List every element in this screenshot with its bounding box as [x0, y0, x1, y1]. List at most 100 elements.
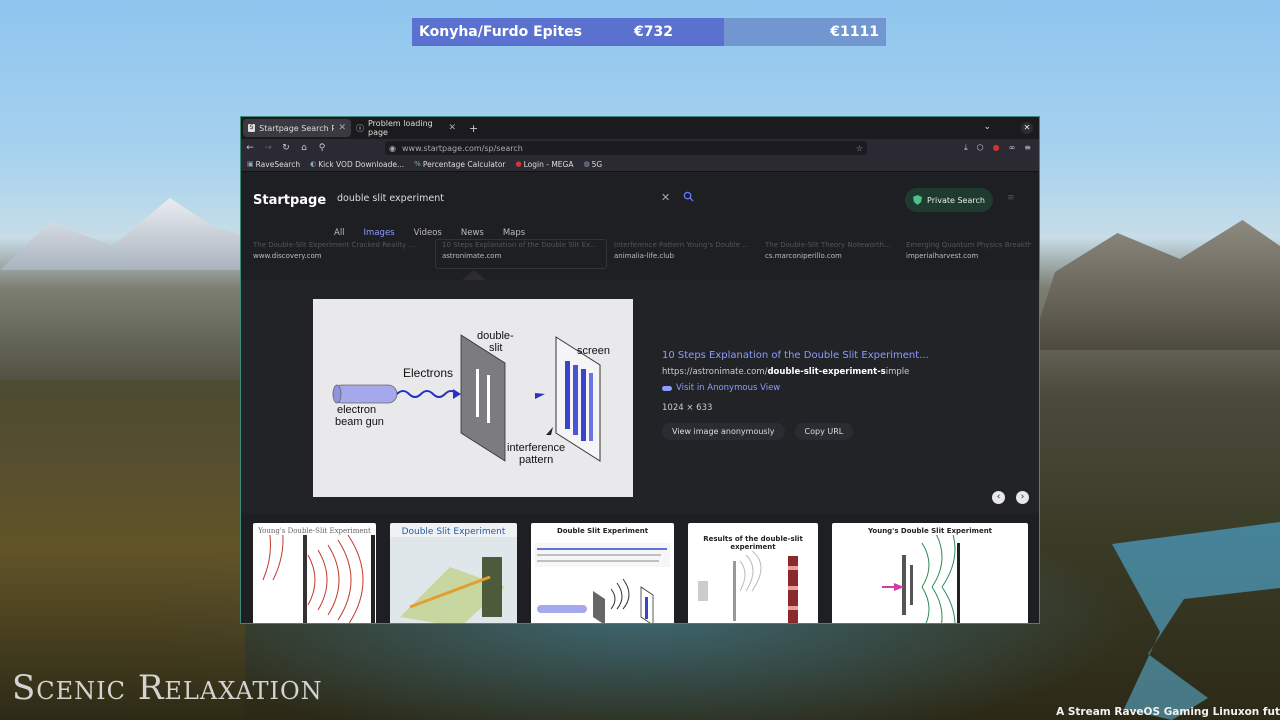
- label-double: double-: [477, 330, 514, 342]
- thumbnail[interactable]: Double Slit Experiment: [390, 523, 517, 623]
- wallpaper-snow-mountains: [0, 198, 250, 270]
- back-icon[interactable]: ←: [241, 143, 259, 153]
- extensions-icon[interactable]: ⬡: [977, 143, 984, 153]
- search-input[interactable]: double slit experiment: [337, 193, 444, 204]
- tab-maps[interactable]: Maps: [503, 228, 525, 238]
- percent-icon: %: [414, 160, 421, 168]
- donation-goal-bar: Konyha/Furdo Epites €732 €1111: [412, 18, 886, 46]
- result-title: The Double-Slit Theory Noteworth...: [765, 241, 891, 249]
- thumbnail[interactable]: Young's Double Slit Experiment: [832, 523, 1028, 623]
- permissions-icon[interactable]: ⚲: [313, 143, 331, 153]
- thumbnail[interactable]: Double Slit Experiment: [531, 523, 674, 623]
- thumbnail-image: [698, 550, 798, 623]
- tab-bar: S Startpage Search Results ✕ ⓘ Problem l…: [241, 117, 1039, 139]
- view-anonymously-button[interactable]: View image anonymously: [662, 423, 785, 440]
- image-result[interactable]: Interference Pattern Young's Double ... a…: [614, 241, 754, 260]
- next-image-icon[interactable]: ›: [1016, 491, 1029, 504]
- forward-icon[interactable]: →: [259, 143, 277, 153]
- donation-target-amount: €1111: [830, 24, 879, 40]
- anonymous-view-link[interactable]: Visit in Anonymous View: [662, 383, 929, 393]
- thumbnail-image: [535, 543, 670, 623]
- image-result[interactable]: 10 Steps Explanation of the Double Slit …: [442, 241, 602, 260]
- tab-startpage[interactable]: S Startpage Search Results ✕: [243, 119, 351, 137]
- label-gun-line2: beam gun: [335, 416, 384, 428]
- thumbnail-image: [262, 523, 375, 623]
- image-result[interactable]: Emerging Quantum Physics Breakth... imper…: [906, 241, 1031, 260]
- bookmark-star-icon[interactable]: ☆: [856, 144, 863, 153]
- result-url[interactable]: https://astronimate.com/double-slit-expe…: [662, 367, 929, 377]
- tab-images[interactable]: Images: [364, 228, 395, 238]
- bookmark-label: 5G: [591, 159, 603, 169]
- thumbnail[interactable]: Results of the double-slit experiment: [688, 523, 818, 623]
- donation-goal-title: Konyha/Furdo Epites: [419, 24, 582, 40]
- startpage-content: Startpage double slit experiment ✕ Priva…: [241, 173, 1039, 623]
- startpage-logo[interactable]: Startpage: [253, 193, 326, 208]
- shield-icon: [913, 195, 923, 205]
- home-icon[interactable]: ⌂: [295, 143, 313, 153]
- thumbnail-title: Double Slit Experiment: [401, 527, 506, 537]
- mask-icon: [662, 385, 672, 391]
- image-result[interactable]: The Double-Slit Experiment Cracked Reali…: [253, 241, 428, 260]
- donation-current-amount: €732: [634, 24, 673, 40]
- result-source: imperialharvest.com: [906, 252, 979, 260]
- label-screen: screen: [577, 345, 610, 357]
- selection-pointer: [462, 270, 486, 280]
- tab-list-chevron-icon[interactable]: ⌄: [983, 122, 991, 134]
- prev-image-icon[interactable]: ‹: [992, 491, 1005, 504]
- tab-videos[interactable]: Videos: [414, 228, 442, 238]
- tab-all[interactable]: All: [334, 228, 345, 238]
- logo-text: Startpage: [253, 193, 327, 208]
- bookmark-ravesearch[interactable]: ▣ RaveSearch: [247, 160, 300, 169]
- account-icon[interactable]: ∞: [1009, 143, 1016, 153]
- new-tab-icon[interactable]: +: [469, 122, 478, 135]
- search-icon[interactable]: [683, 191, 694, 202]
- tab-news[interactable]: News: [461, 228, 484, 238]
- result-source: astronimate.com: [442, 252, 502, 260]
- wallpaper-lake: [1112, 522, 1280, 720]
- image-result[interactable]: The Double-Slit Theory Noteworth... cs.ma…: [765, 241, 895, 260]
- label-electrons: Electrons: [403, 366, 453, 380]
- double-slit-diagram: Electrons electron beam gun double- slit…: [332, 330, 610, 466]
- label-interference: interference: [507, 442, 565, 454]
- site-info-icon[interactable]: ◉: [389, 144, 396, 153]
- browser-window: S Startpage Search Results ✕ ⓘ Problem l…: [240, 116, 1040, 624]
- tab-problem-loading[interactable]: ⓘ Problem loading page ✕: [351, 119, 461, 137]
- menu-icon[interactable]: ≡: [1024, 143, 1031, 153]
- clear-search-icon[interactable]: ✕: [661, 191, 670, 204]
- hamburger-menu-icon[interactable]: ≡: [1007, 193, 1015, 203]
- url-bold: double-slit-experiment-s: [767, 367, 886, 377]
- result-title: Emerging Quantum Physics Breakth...: [906, 241, 1031, 249]
- reload-icon[interactable]: ↻: [277, 143, 295, 153]
- image-results-strip: The Double-Slit Experiment Cracked Reali…: [253, 241, 1031, 267]
- thumbnail-image: [882, 523, 960, 623]
- downloads-icon[interactable]: ⤓: [964, 143, 968, 153]
- stream-ticker: A Stream RaveOS Gaming Linuxon fut: [1056, 706, 1280, 718]
- copy-url-button[interactable]: Copy URL: [794, 423, 854, 440]
- thumbnail-title: Results of the double-slit experiment: [703, 535, 803, 551]
- bookmark-percentage[interactable]: % Percentage Calculator: [414, 160, 505, 169]
- navigation-bar: ← → ↻ ⌂ ⚲ ◉ www.startpage.com/sp/search …: [241, 139, 1039, 157]
- thumbnail-title: Young's Double-Slit Experiment: [258, 527, 371, 535]
- tab-close-icon[interactable]: ✕: [338, 123, 346, 133]
- url-prefix: https://astronimate.com/: [662, 367, 768, 377]
- info-icon: ⓘ: [356, 123, 364, 133]
- image-details: 10 Steps Explanation of the Double Slit …: [662, 350, 929, 440]
- result-title-link[interactable]: 10 Steps Explanation of the Double Slit …: [662, 350, 929, 361]
- bookmark-mega[interactable]: ● Login - MEGA: [516, 160, 574, 169]
- label-slit: slit: [489, 342, 502, 354]
- mega-icon: ●: [515, 160, 522, 168]
- private-search-button[interactable]: Private Search: [905, 188, 993, 212]
- bookmark-icon: ◐: [310, 160, 317, 168]
- bookmark-5g[interactable]: ◍ 5G: [583, 160, 602, 169]
- bookmark-kick-vod[interactable]: ◐ Kick VOD Downloade...: [310, 160, 404, 169]
- url-bar[interactable]: ◉ www.startpage.com/sp/search ☆: [385, 141, 867, 155]
- tab-close-icon[interactable]: ✕: [448, 123, 456, 133]
- bookmark-label: Percentage Calculator: [422, 159, 506, 169]
- window-close-icon[interactable]: ✕: [1021, 122, 1033, 134]
- thumbnail[interactable]: Young's Double-Slit Experiment: [253, 523, 376, 623]
- result-title: 10 Steps Explanation of the Double Slit …: [442, 241, 597, 249]
- ublock-icon[interactable]: ●: [993, 143, 1000, 153]
- image-preview[interactable]: Electrons electron beam gun double- slit…: [313, 299, 633, 497]
- anon-link-label: Visit in Anonymous View: [676, 383, 781, 393]
- globe-icon: ◍: [583, 160, 590, 168]
